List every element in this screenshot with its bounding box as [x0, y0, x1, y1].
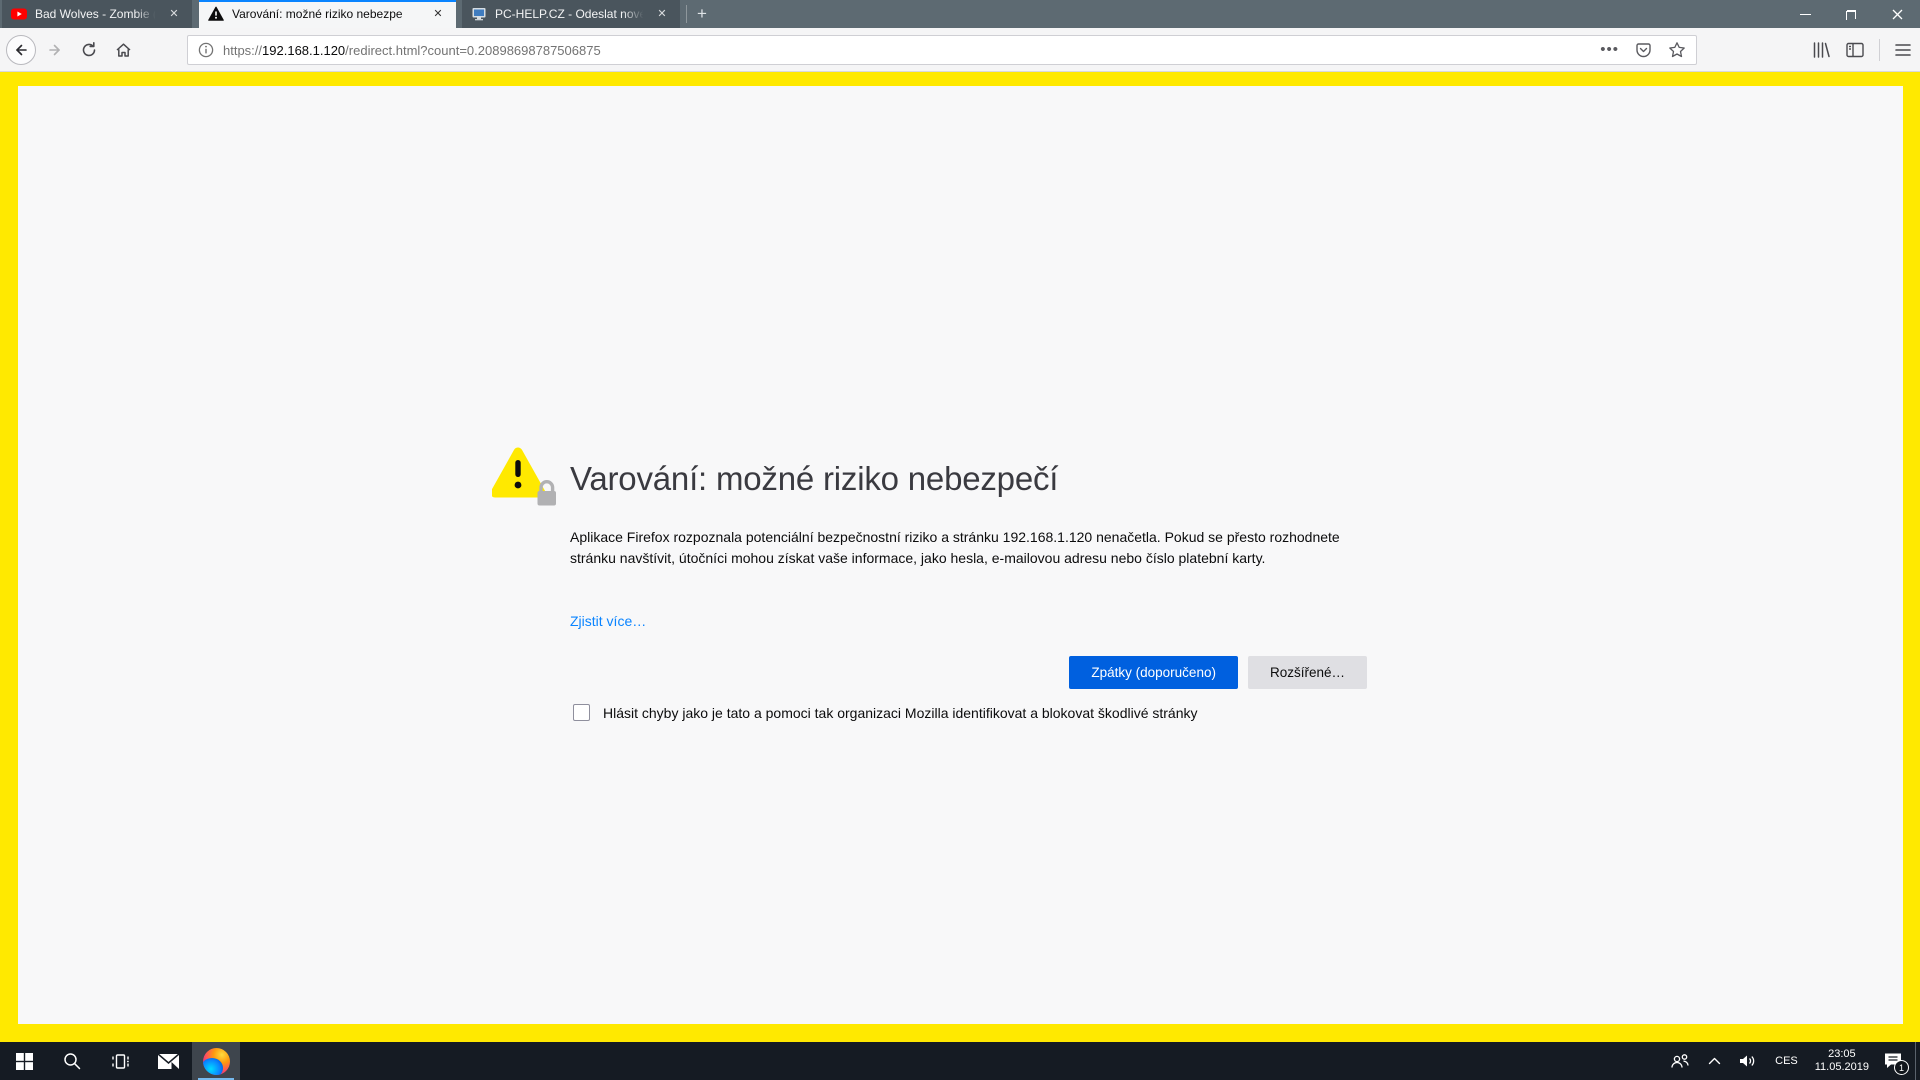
system-tray: CES 23:05 11.05.2019 1 — [1661, 1042, 1920, 1080]
security-warning-icon — [492, 446, 560, 510]
window-controls — [1782, 0, 1920, 28]
window-close-button[interactable] — [1874, 0, 1920, 28]
url-text: https://192.168.1.120/redirect.html?coun… — [223, 43, 601, 58]
firefox-taskbar-button[interactable] — [192, 1042, 240, 1080]
tab-title: Bad Wolves - Zombie (Official V — [35, 7, 159, 22]
menu-hamburger-icon[interactable] — [1895, 43, 1911, 57]
reload-icon — [81, 42, 97, 58]
page-title: Varování: možné riziko nebezpečí — [570, 460, 1058, 498]
restore-icon — [1847, 10, 1856, 19]
people-button[interactable] — [1661, 1042, 1699, 1080]
people-icon — [1670, 1053, 1690, 1069]
youtube-icon — [11, 6, 27, 22]
show-desktop-button[interactable] — [1915, 1042, 1920, 1080]
minimize-icon — [1800, 14, 1811, 15]
tab-close-icon[interactable]: ✕ — [165, 5, 183, 23]
warning-icon — [208, 6, 224, 22]
warning-page-yellow-frame: Varování: možné riziko nebezpečí Aplikac… — [0, 72, 1920, 1042]
home-button[interactable] — [108, 35, 138, 65]
button-row: Zpátky (doporučeno) Rozšířené… — [570, 656, 1367, 689]
back-icon — [13, 42, 29, 58]
taskbar-clock[interactable]: 23:05 11.05.2019 — [1807, 1048, 1877, 1074]
windows-taskbar: CES 23:05 11.05.2019 1 — [0, 1042, 1920, 1080]
report-errors-label: Hlásit chyby jako je tato a pomoci tak o… — [603, 703, 1198, 723]
sidebar-icon[interactable] — [1846, 42, 1864, 58]
computer-icon — [471, 6, 487, 22]
mail-app-button[interactable] — [144, 1042, 192, 1080]
mail-icon — [158, 1054, 179, 1069]
action-center-button[interactable]: 1 — [1877, 1042, 1915, 1080]
browser-tab-bar: Bad Wolves - Zombie (Official V ✕ Varová… — [0, 0, 1920, 28]
toolbar-right — [1812, 28, 1911, 72]
windows-logo-icon — [16, 1053, 33, 1070]
url-scheme: https:// — [223, 43, 262, 58]
close-icon — [1892, 9, 1903, 20]
page-actions-icon[interactable]: ••• — [1600, 45, 1619, 55]
bookmark-star-icon[interactable] — [1668, 41, 1686, 59]
search-icon — [63, 1052, 81, 1070]
library-icon[interactable] — [1812, 41, 1831, 59]
url-host: 192.168.1.120 — [262, 43, 345, 58]
speaker-icon — [1739, 1054, 1757, 1068]
start-button[interactable] — [0, 1042, 48, 1080]
reload-button[interactable] — [74, 35, 104, 65]
screen: Bad Wolves - Zombie (Official V ✕ Varová… — [0, 0, 1920, 1080]
tab-close-icon[interactable]: ✕ — [653, 5, 671, 23]
tab-title: PC-HELP.CZ - Odeslat nové tém — [495, 7, 647, 22]
taskbar-search-button[interactable] — [48, 1042, 96, 1080]
clock-time: 23:05 — [1828, 1048, 1856, 1061]
notification-badge: 1 — [1894, 1060, 1909, 1075]
home-icon — [115, 42, 132, 58]
learn-more-link[interactable]: Zjistit více… — [570, 613, 646, 629]
tab-title: Varování: možné riziko nebezpe — [232, 7, 423, 22]
warning-description: Aplikace Firefox rozpoznala potenciální … — [570, 527, 1365, 568]
window-minimize-button[interactable] — [1782, 0, 1828, 28]
clock-date: 11.05.2019 — [1815, 1061, 1869, 1074]
advanced-button[interactable]: Rozšířené… — [1248, 656, 1367, 689]
forward-button[interactable] — [40, 35, 70, 65]
tab-warning-active[interactable]: Varování: možné riziko nebezpe ✕ — [199, 0, 456, 28]
go-back-button[interactable]: Zpátky (doporučeno) — [1069, 656, 1238, 689]
task-view-icon — [111, 1053, 130, 1070]
navigation-toolbar: https://192.168.1.120/redirect.html?coun… — [0, 28, 1920, 72]
language-indicator[interactable]: CES — [1766, 1042, 1807, 1080]
url-path: /redirect.html?count=0.20898698787506875 — [345, 43, 601, 58]
tray-overflow-button[interactable] — [1699, 1042, 1730, 1080]
firefox-logo-icon — [203, 1048, 230, 1075]
new-tab-button[interactable]: + — [687, 0, 717, 28]
toolbar-separator — [1879, 39, 1880, 61]
urlbar-actions: ••• — [1600, 41, 1686, 59]
volume-button[interactable] — [1730, 1042, 1766, 1080]
chevron-up-icon — [1708, 1057, 1721, 1065]
tab-close-icon[interactable]: ✕ — [429, 5, 447, 23]
back-button[interactable] — [6, 35, 36, 65]
forward-icon — [47, 42, 63, 58]
pocket-icon[interactable] — [1635, 42, 1652, 59]
tab-pchelp[interactable]: PC-HELP.CZ - Odeslat nové tém ✕ — [462, 0, 680, 28]
task-view-button[interactable] — [96, 1042, 144, 1080]
info-icon — [198, 42, 214, 58]
warning-page: Varování: možné riziko nebezpečí Aplikac… — [18, 86, 1903, 1024]
tab-youtube[interactable]: Bad Wolves - Zombie (Official V ✕ — [2, 0, 192, 28]
address-bar[interactable]: https://192.168.1.120/redirect.html?coun… — [187, 35, 1697, 65]
report-errors-checkbox[interactable] — [573, 704, 590, 721]
report-errors-row: Hlásit chyby jako je tato a pomoci tak o… — [573, 703, 1198, 723]
window-restore-button[interactable] — [1828, 0, 1874, 28]
